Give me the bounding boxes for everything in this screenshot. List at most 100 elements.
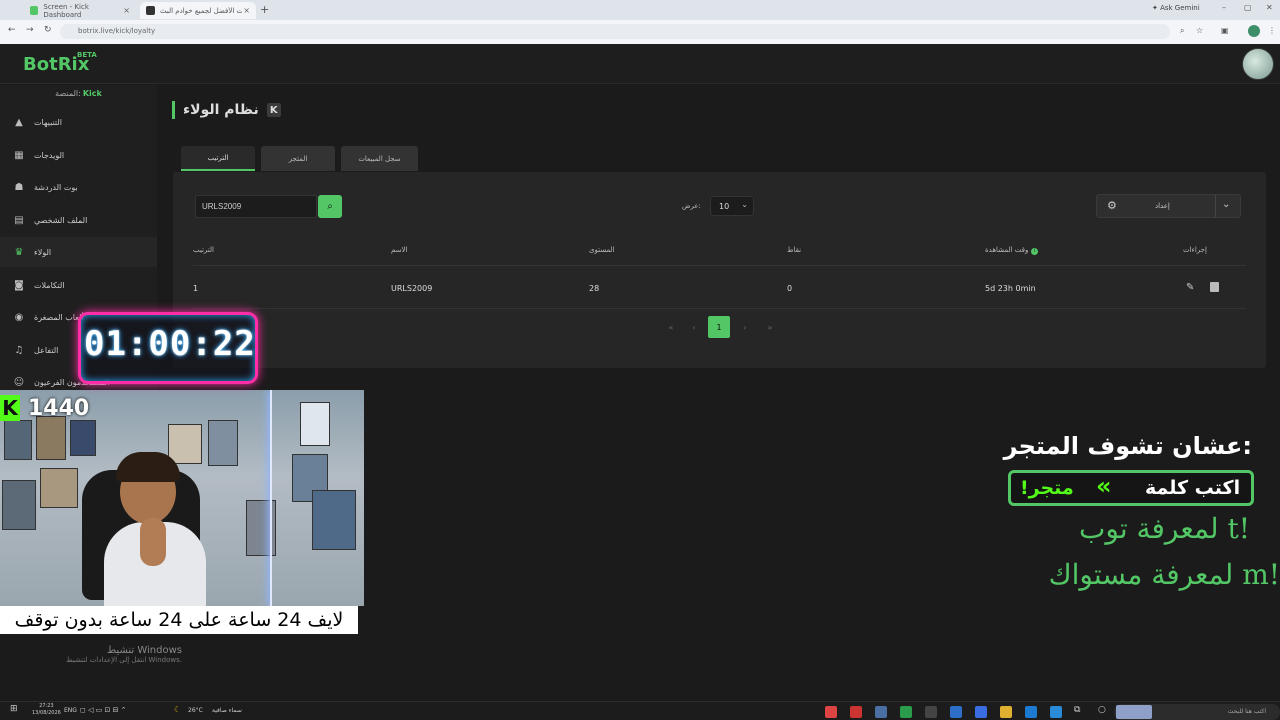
neon-light [270,390,364,606]
sidebar-item-chatbot[interactable]: ☗ بوت الدردشة [0,172,157,202]
platform-label: المنصة: [55,89,81,98]
robot-icon: ☗ [14,181,24,193]
address-input[interactable]: botrix.live/kick/loyalty [60,24,1170,39]
cortana-icon[interactable]: ○ [1098,705,1106,715]
forward-icon[interactable]: → [26,25,34,35]
title-accent-bar [172,101,175,119]
kick-favicon-icon [30,6,39,15]
task-view-icon[interactable]: ⧉ [1074,705,1080,715]
extensions-icon[interactable]: ▣ [1221,26,1229,35]
clock[interactable]: 27:23 13/08/2026 [32,703,61,717]
watchtime-header-label: وقت المشاهدة [985,246,1029,254]
sidebar-item-loyalty[interactable]: ♛ الولاء [0,237,157,267]
language-indicator[interactable]: ENG [64,707,77,714]
windows-taskbar: ⊞ 27:23 13/08/2026 ENG ◻ ◁ ▭ ⊡ ⊟ ⌃ ☾ 26°C… [0,701,1280,720]
wall-poster [70,420,96,456]
activation-title: تنشيط Windows [106,645,182,656]
back-icon[interactable]: ← [8,25,16,35]
user-avatar[interactable] [1242,48,1274,80]
search-input[interactable] [195,195,317,218]
table-header: الترتيب الاسم المستوى نقاط وقت المشاهدة i… [193,236,1246,266]
viewer-counter: K 1440 [0,395,89,421]
close-window-icon[interactable]: ✕ [1266,3,1273,12]
profile-avatar[interactable] [1248,25,1260,37]
store-taskbar-icon[interactable] [950,706,962,718]
users-icon: ☺ [13,376,25,388]
reload-icon[interactable]: ↻ [44,25,52,35]
page-1-button[interactable]: 1 [708,316,730,338]
sidebar-item-integrations[interactable]: ◙ التكاملات [0,270,157,300]
delete-trash-icon[interactable] [1210,282,1219,292]
browser-menu-icon[interactable]: ⋮ [1268,26,1276,35]
weather-text[interactable]: سماء صافية [212,707,242,714]
sidebar-item-widgets[interactable]: ▦ الويدجات [0,140,157,170]
cell-name: URLS2009 [391,284,433,293]
kick-logo-icon: K [0,395,20,421]
prev-page-button[interactable]: ‹ [683,316,705,338]
column-header-name[interactable]: الاسم [391,246,407,254]
zoom-icon[interactable]: ⌕ [1180,26,1184,36]
opera-taskbar-icon[interactable] [850,706,862,718]
page-size-select[interactable]: 10 ⌄ [710,196,754,216]
table-row: 1 URLS2009 28 0 5d 23h 0min ✎ [193,267,1246,309]
column-header-actions: إجراءات [1183,246,1207,254]
column-header-level[interactable]: المستوى [589,246,615,254]
column-header-rank[interactable]: الترتيب [193,246,214,254]
first-page-button[interactable]: « [660,316,682,338]
page-title: نظام الولاء [183,102,259,118]
integrations-icon: ◙ [14,279,24,291]
windows-activation-watermark: تنشيط Windows انتقل إلى الإعدادات لتنشيط… [62,645,182,664]
platform-value[interactable]: Kick [83,89,102,98]
chevron-down-icon[interactable]: ⌄ [1222,199,1230,210]
settings-dropdown-button[interactable]: ⚙ إعداد ⌄ [1096,194,1241,218]
new-tab-button[interactable]: + [260,3,269,16]
sidebar-item-alerts[interactable]: ▲ التنبيهات [0,107,157,137]
windows-start-icon[interactable]: ⊞ [10,704,18,714]
file-explorer-taskbar-icon[interactable] [1000,706,1012,718]
cell-rank: 1 [193,284,199,293]
column-header-points[interactable]: نقاط [787,246,801,254]
mail-taskbar-icon[interactable] [975,706,987,718]
weather-moon-icon: ☾ [174,705,182,714]
info-icon[interactable]: i [1031,248,1039,255]
sidebar-item-profile[interactable]: ▤ الملف الشخصي [0,205,157,235]
edit-pencil-icon[interactable]: ✎ [1186,282,1194,293]
wall-shelf [40,468,78,508]
calculator-taskbar-icon[interactable] [875,706,887,718]
warning-icon: ▲ [15,116,23,128]
maximize-icon[interactable]: ▢ [1244,3,1252,12]
wall-poster [208,420,238,466]
close-tab-icon[interactable]: × [243,6,250,15]
column-header-watchtime[interactable]: وقت المشاهدة i [985,246,1039,255]
browser-taskbar-icon[interactable] [1050,706,1062,718]
search-button[interactable]: ⌕ [318,195,342,218]
minimize-icon[interactable]: – [1222,3,1226,12]
url-text: botrix.live/kick/loyalty [78,27,156,35]
last-page-button[interactable]: » [759,316,781,338]
app-header: BotRix BETA [0,44,1280,84]
viewer-count: 1440 [28,395,90,421]
tab-ranking[interactable]: الترتيب [181,146,255,171]
gemini-icon: ✦ [1152,4,1161,12]
live-caption: لايف 24 ساعة على 24 ساعة بدون توقف [0,606,358,634]
browser-tab-kick-dashboard[interactable]: Screen - Kick Dashboard × [24,2,136,19]
double-chevron-icon: « [1096,472,1112,500]
stream-timer: 01:00:22 [84,324,256,364]
close-tab-icon[interactable]: × [123,6,130,15]
taskbar-search-placeholder: اكتب هنا للبحث [1227,708,1266,715]
browser-tab-botrix[interactable]: البوت الأفضل لجميع خوادم البث × [140,2,256,19]
system-tray-icons[interactable]: ◻ ◁ ▭ ⊡ ⊟ ⌃ [80,706,127,714]
address-bar-row: ← → ↻ botrix.live/kick/loyalty ⌕ ☆ ▣ ⋮ [0,20,1280,44]
ask-gemini-button[interactable]: ✦ Ask Gemini [1152,4,1200,12]
tab-store[interactable]: المتجر [261,146,335,171]
ask-gemini-label: Ask Gemini [1160,4,1200,12]
bookmark-star-icon[interactable]: ☆ [1196,26,1203,35]
chrome-taskbar-icon[interactable] [825,706,837,718]
xbox-taskbar-icon[interactable] [900,706,912,718]
next-page-button[interactable]: › [734,316,756,338]
temperature[interactable]: 26°C [188,707,203,714]
obs-taskbar-icon[interactable] [925,706,937,718]
tab-sales-log[interactable]: سجل المبيعات [341,146,418,171]
search-highlight-thumbnail [1116,705,1152,719]
edge-taskbar-icon[interactable] [1025,706,1037,718]
